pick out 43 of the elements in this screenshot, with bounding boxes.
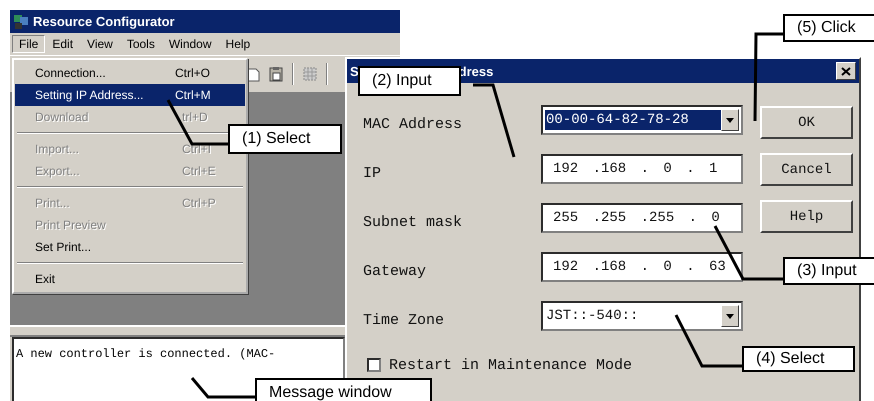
dropdown-arrow-icon — [726, 118, 734, 122]
callout-label: (5) Click — [783, 14, 874, 42]
field-label: IP — [363, 164, 382, 184]
close-button[interactable] — [836, 62, 856, 80]
dropdown-field[interactable]: 00-00-64-82-78-28 — [541, 105, 743, 135]
dialog-title: S — [350, 64, 359, 78]
menu-bar-item[interactable]: Window — [162, 35, 219, 53]
menu-item[interactable]: Exit — [15, 268, 227, 290]
dialog-button[interactable]: OK — [760, 106, 853, 139]
callout-label: (3) Input — [783, 257, 874, 285]
field-label: MAC Address — [363, 114, 464, 134]
close-icon — [841, 66, 851, 76]
dropdown-field[interactable]: JST::-540:: — [541, 301, 743, 331]
ip-address-field[interactable]: 192 .168 . 0 . 63 — [541, 252, 743, 282]
menu-bar-item[interactable]: View — [80, 35, 120, 53]
document-icon[interactable] — [246, 66, 260, 82]
menu-item[interactable]: Set Print... — [15, 236, 227, 258]
callout-label: (1) Select — [228, 124, 342, 154]
menu-bar-item[interactable]: Help — [218, 35, 258, 53]
ip-address-field[interactable]: 192 .168 . 0 . 1 — [541, 154, 743, 184]
ip-address-field[interactable]: 255 .255 .255 . 0 — [541, 203, 743, 233]
app-icon — [13, 14, 29, 30]
dropdown-arrow-icon — [726, 314, 734, 318]
menu-bar-item[interactable]: Tools — [120, 35, 162, 53]
leader-line — [166, 99, 228, 146]
field-label: Subnet mask — [363, 212, 464, 232]
menu-bar-item[interactable]: File — [12, 35, 46, 53]
field-label: Gateway — [363, 262, 428, 282]
callout-label: (2) Input — [358, 66, 461, 96]
leader-line — [190, 377, 255, 398]
callout-label: (4) Select — [742, 346, 855, 372]
checkbox-label: Restart in Maintenance Mode — [389, 356, 632, 374]
leader-line — [674, 314, 742, 368]
dialog-button[interactable]: Help — [760, 200, 853, 233]
field-label: Time Zone — [363, 310, 446, 330]
menu-item[interactable]: Setting IP Address... Ctrl+M — [15, 84, 245, 106]
checkbox[interactable] — [367, 358, 381, 372]
splitter-bar[interactable] — [10, 325, 345, 337]
dialog-button[interactable]: Cancel — [760, 153, 853, 186]
menu-bar-item[interactable]: Edit — [45, 35, 80, 53]
menu-item[interactable]: Connection... Ctrl+O — [15, 62, 227, 84]
window-title: Resource Configurator — [33, 14, 175, 29]
callout-label: Message window — [255, 378, 432, 401]
